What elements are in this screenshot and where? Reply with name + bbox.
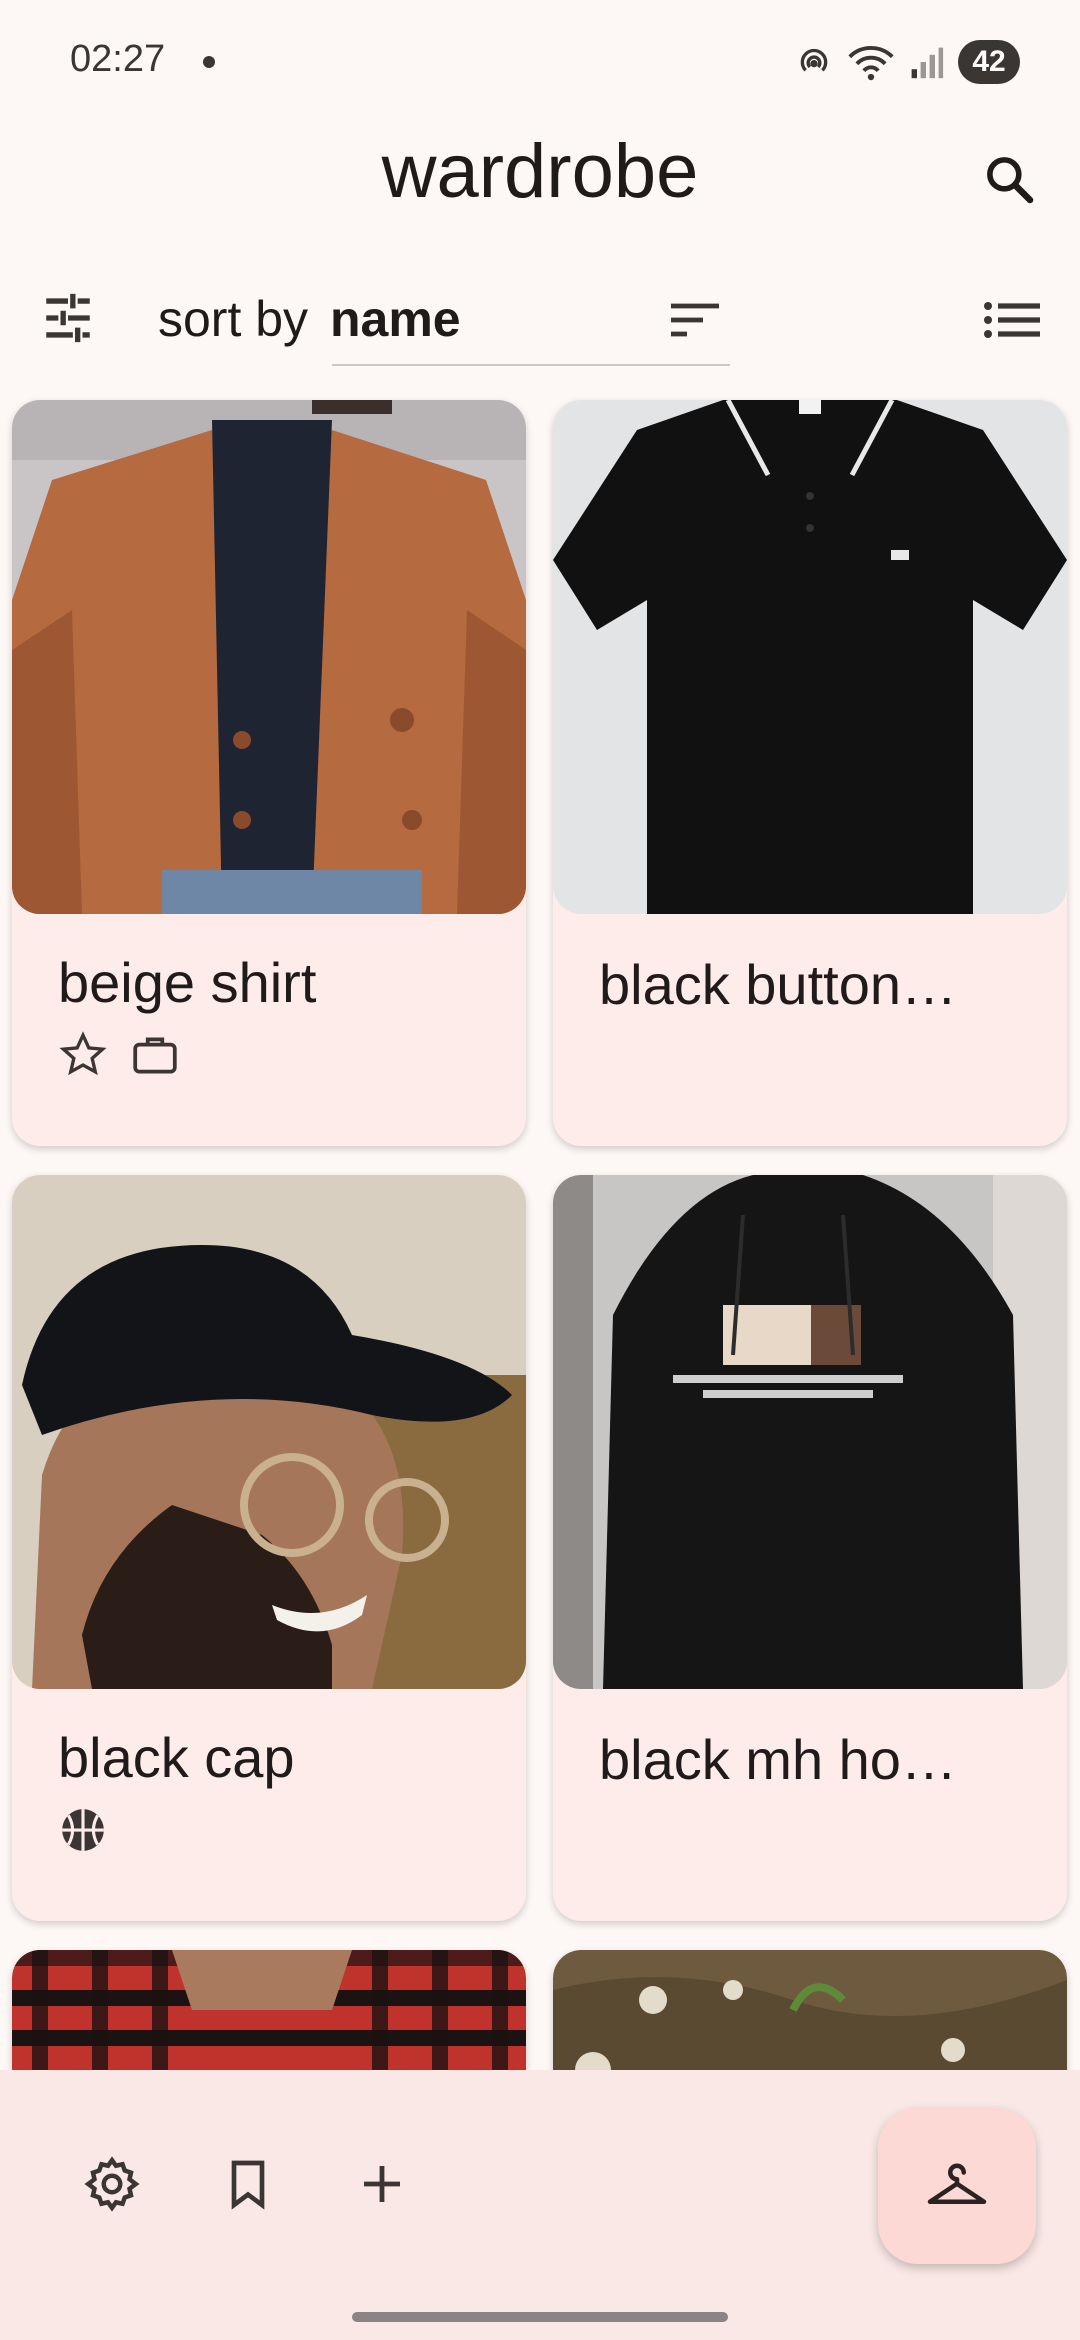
sort-direction-button[interactable] (660, 290, 730, 350)
gesture-nav-handle[interactable] (352, 2312, 728, 2322)
hotspot-icon (800, 48, 828, 72)
search-icon (987, 157, 1034, 204)
plus-icon (364, 2166, 400, 2202)
outfits-fab[interactable] (878, 2108, 1036, 2264)
item-card[interactable]: black button… (553, 400, 1067, 1146)
briefcase-icon (133, 1037, 177, 1074)
notification-dot-icon (203, 56, 215, 68)
item-name: beige shirt (58, 951, 317, 1014)
sort-label: sort by (158, 291, 309, 347)
item-card[interactable]: black cap (12, 1175, 526, 1921)
gear-icon (84, 2156, 140, 2212)
item-photo (553, 1175, 1067, 1689)
search-button[interactable] (968, 138, 1050, 220)
wifi-icon (848, 46, 894, 81)
item-photo (553, 400, 1067, 914)
tune-icon (46, 293, 90, 343)
page-title: wardrobe (381, 129, 699, 214)
settings-button[interactable] (64, 2136, 160, 2232)
bookmark-icon (231, 2160, 265, 2210)
sort-icon (671, 303, 719, 337)
sort-underline (332, 364, 730, 366)
battery-badge: 42 (958, 40, 1020, 84)
add-item-button[interactable] (334, 2136, 430, 2232)
item-name: black cap (58, 1726, 295, 1789)
item-name: black mh ho… (599, 1728, 957, 1791)
item-card[interactable]: black mh ho… (553, 1175, 1067, 1921)
item-photo (12, 400, 526, 914)
filter-button[interactable] (30, 280, 106, 356)
item-photo (12, 1175, 526, 1689)
list-view-button[interactable] (974, 290, 1050, 350)
sports-ball-icon (62, 1809, 104, 1851)
item-tags (58, 1805, 108, 1855)
item-tags (58, 1030, 180, 1080)
item-card[interactable]: beige shirt (12, 400, 526, 1146)
status-bar: 02:27 42 (0, 0, 1080, 120)
status-time: 02:27 (70, 38, 166, 80)
list-icon (984, 302, 1040, 338)
star-outline-icon (59, 1031, 107, 1076)
signal-icon (911, 47, 944, 79)
bookmarks-button[interactable] (200, 2136, 296, 2232)
hanger-icon (927, 2163, 987, 2204)
sort-field-select[interactable]: name (330, 290, 461, 348)
status-icons: 42 (794, 40, 1020, 84)
item-name: black button… (599, 953, 957, 1016)
